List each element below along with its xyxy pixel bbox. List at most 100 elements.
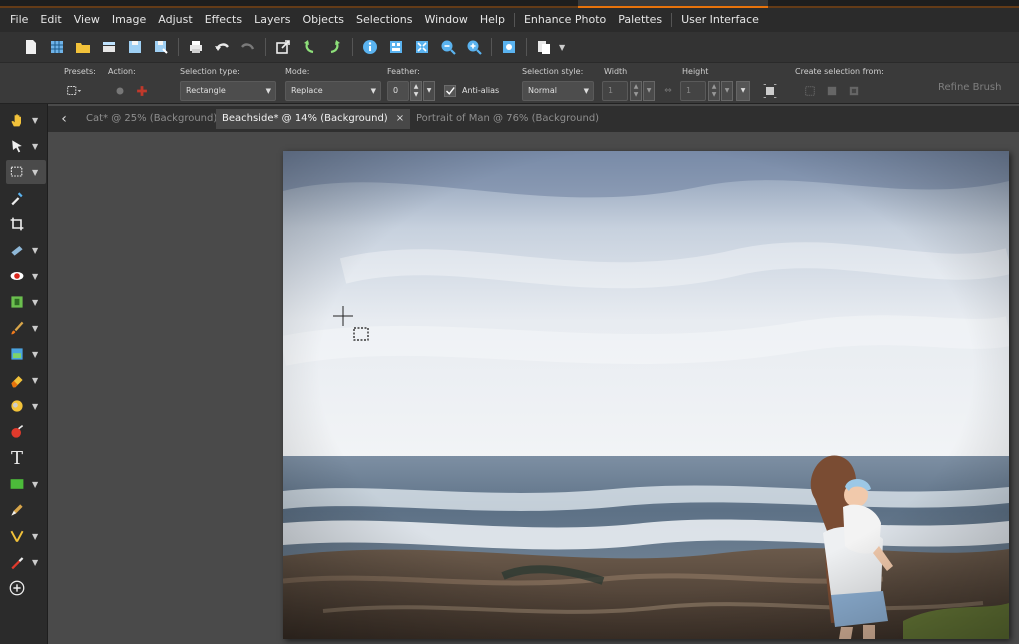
color-replacer-tool[interactable]: [6, 420, 46, 444]
makeover-tool[interactable]: ▼: [6, 290, 46, 314]
tab-label: Portrait of Man @ 76% (Background): [416, 113, 600, 124]
undo-icon[interactable]: [211, 36, 233, 58]
add-tool[interactable]: [6, 576, 46, 600]
menu-user-interface[interactable]: User Interface: [675, 8, 765, 32]
tab-beachside[interactable]: Beachside* @ 14% (Background) ×: [216, 109, 411, 129]
chevron-down-icon: ▼: [32, 141, 39, 151]
feather-input[interactable]: 0: [387, 81, 409, 101]
selection-tool[interactable]: ▼: [6, 160, 46, 184]
resize-icon[interactable]: [272, 36, 294, 58]
crop-tool[interactable]: [6, 212, 46, 236]
menu-image[interactable]: Image: [106, 8, 152, 32]
pen-tool[interactable]: [6, 498, 46, 522]
toolbar-separator: [265, 38, 266, 56]
beachside-photo-canvas[interactable]: [283, 151, 1009, 639]
width-input[interactable]: 1: [602, 81, 628, 101]
antialias-checkbox[interactable]: [440, 81, 460, 101]
paste-icon[interactable]: [533, 36, 555, 58]
chevron-down-icon: ▼: [32, 531, 39, 541]
create-from-mask-icon[interactable]: [844, 81, 864, 101]
zoom-actual-size-icon[interactable]: [498, 36, 520, 58]
warp-brush-tool-icon: [6, 525, 28, 547]
height-slider-dropdown[interactable]: ▼: [721, 81, 733, 101]
cancel-selection-icon[interactable]: [132, 81, 152, 101]
feather-value: 0: [393, 86, 399, 95]
height-label: Height: [682, 67, 709, 76]
clone-tool[interactable]: ▼: [6, 342, 46, 366]
new-file-icon[interactable]: [20, 36, 42, 58]
size-dropdown-arrow[interactable]: ▼: [736, 81, 750, 101]
feather-spinner[interactable]: ▲ ▼: [410, 81, 422, 101]
rectangle-tool[interactable]: ▼: [6, 472, 46, 496]
selection-marquee-icon[interactable]: [760, 81, 780, 101]
fit-to-window-icon[interactable]: [411, 36, 433, 58]
close-icon[interactable]: ×: [396, 113, 404, 124]
feather-label: Feather:: [387, 67, 420, 76]
color-replacer-tool-icon: [6, 421, 28, 443]
warp-brush-tool[interactable]: ▼: [6, 524, 46, 548]
open-folder-icon[interactable]: [72, 36, 94, 58]
dropper-tool[interactable]: [6, 186, 46, 210]
save-icon[interactable]: [124, 36, 146, 58]
chevron-left-icon[interactable]: ‹: [54, 108, 74, 130]
chevron-down-icon: ▼: [32, 479, 39, 489]
rotate-right-icon[interactable]: [324, 36, 346, 58]
chevron-down-icon: ▼: [370, 87, 376, 95]
presets-dropdown-icon[interactable]: [64, 81, 84, 101]
height-value: 1: [686, 86, 692, 95]
straighten-tool[interactable]: ▼: [6, 238, 46, 262]
save-as-icon[interactable]: [150, 36, 172, 58]
clone-tool-icon: [6, 343, 28, 365]
info-icon[interactable]: [359, 36, 381, 58]
app-window: File Edit View Image Adjust Effects Laye…: [0, 0, 1019, 644]
scanner-icon[interactable]: [98, 36, 120, 58]
print-icon[interactable]: [185, 36, 207, 58]
paint-brush-tool[interactable]: ▼: [6, 316, 46, 340]
new-from-grid-icon[interactable]: [46, 36, 68, 58]
create-from-vector-icon[interactable]: [822, 81, 842, 101]
browse-icon[interactable]: [385, 36, 407, 58]
menu-layers[interactable]: Layers: [248, 8, 296, 32]
rotate-left-icon[interactable]: [298, 36, 320, 58]
menu-view[interactable]: View: [68, 8, 106, 32]
width-spinner[interactable]: ▲ ▼: [630, 81, 642, 101]
feather-slider-dropdown[interactable]: ▼: [423, 81, 435, 101]
paste-dropdown-icon[interactable]: ▼: [559, 43, 565, 52]
menu-enhance-photo[interactable]: Enhance Photo: [518, 8, 612, 32]
pick-tool[interactable]: ▼: [6, 134, 46, 158]
workspace[interactable]: [48, 132, 1019, 644]
menu-adjust[interactable]: Adjust: [152, 8, 198, 32]
menu-window[interactable]: Window: [418, 8, 473, 32]
refine-brush-button[interactable]: Refine Brush: [938, 82, 1001, 93]
tab-label: Beachside* @ 14% (Background): [222, 113, 388, 124]
menu-bar: File Edit View Image Adjust Effects Laye…: [0, 8, 1019, 32]
height-spinner[interactable]: ▲ ▼: [708, 81, 720, 101]
link-dimensions-icon[interactable]: ⇔: [658, 81, 678, 101]
mode-dropdown[interactable]: Replace ▼: [285, 81, 381, 101]
redo-icon[interactable]: [237, 36, 259, 58]
menu-effects[interactable]: Effects: [199, 8, 248, 32]
zoom-in-icon[interactable]: [463, 36, 485, 58]
width-slider-dropdown[interactable]: ▼: [643, 81, 655, 101]
text-tool[interactable]: T: [6, 446, 46, 470]
menu-objects[interactable]: Objects: [296, 8, 350, 32]
apply-selection-icon[interactable]: [110, 81, 130, 101]
selection-style-dropdown[interactable]: Normal ▼: [522, 81, 594, 101]
chevron-down-icon: ▼: [265, 87, 271, 95]
menu-selections[interactable]: Selections: [350, 8, 418, 32]
red-eye-tool[interactable]: ▼: [6, 264, 46, 288]
menu-help[interactable]: Help: [474, 8, 511, 32]
create-from-layer-icon[interactable]: [800, 81, 820, 101]
tab-cat[interactable]: Cat* @ 25% (Background): [80, 109, 223, 129]
eraser-tool[interactable]: ▼: [6, 368, 46, 392]
selection-type-dropdown[interactable]: Rectangle ▼: [180, 81, 276, 101]
picture-tube-tool[interactable]: ▼: [6, 550, 46, 574]
menu-palettes[interactable]: Palettes: [612, 8, 668, 32]
tab-portrait-of-man[interactable]: Portrait of Man @ 76% (Background): [410, 109, 605, 129]
menu-edit[interactable]: Edit: [34, 8, 67, 32]
menu-file[interactable]: File: [4, 8, 34, 32]
height-input[interactable]: 1: [680, 81, 706, 101]
zoom-out-icon[interactable]: [437, 36, 459, 58]
dodge-tool[interactable]: ▼: [6, 394, 46, 418]
pan-tool[interactable]: ▼: [6, 108, 46, 132]
